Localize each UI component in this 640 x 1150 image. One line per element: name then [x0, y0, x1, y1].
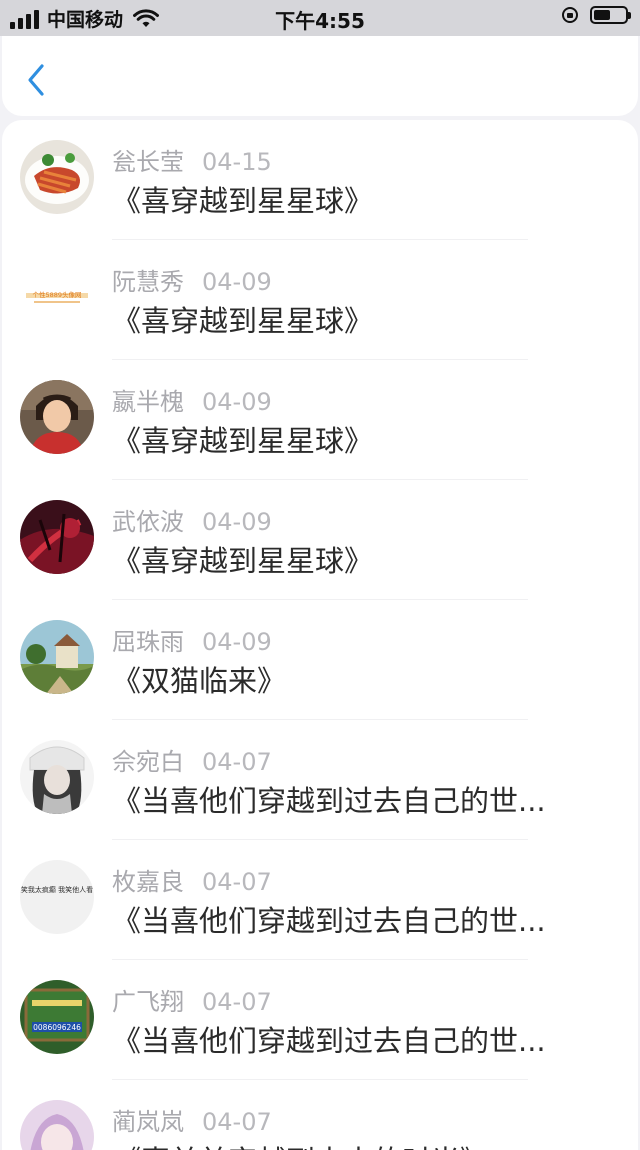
user-name: 广飞翔 [112, 988, 184, 1016]
user-name: 瓮长莹 [112, 148, 184, 176]
comment-meta: 佘宛白 04-07 [112, 742, 272, 777]
user-name: 屈珠雨 [112, 628, 184, 656]
status-bar: 中国移动 下午4:55 [0, 0, 640, 36]
avatar: 0086096246 [20, 980, 94, 1054]
user-name: 枚嘉良 [112, 868, 184, 896]
user-name: 佘宛白 [112, 748, 184, 776]
avatar-number-text: 0086096246 [33, 1023, 81, 1032]
list-item[interactable]: 嬴半槐 04-09 《喜穿越到星星球》 [2, 360, 638, 480]
avatar [20, 500, 94, 574]
comment-date: 04-15 [202, 148, 272, 176]
back-button[interactable] [20, 60, 54, 100]
comment-title: 《喜穿越到星星球》 [112, 184, 374, 218]
comment-date: 04-07 [202, 748, 272, 776]
comment-date: 04-09 [202, 388, 272, 416]
comment-meta: 武依波 04-09 [112, 502, 272, 537]
comment-meta: 瓮长莹 04-15 [112, 142, 272, 177]
comment-meta: 嬴半槐 04-09 [112, 382, 272, 417]
nav-bar [2, 36, 638, 116]
comment-meta: 枚嘉良 04-07 [112, 862, 272, 897]
list-item[interactable]: 武依波 04-09 《喜穿越到星星球》 [2, 480, 638, 600]
comment-date: 04-09 [202, 268, 272, 296]
avatar [20, 740, 94, 814]
comment-title: 《喜穿越到星星球》 [112, 424, 374, 458]
comment-title: 《喜穿越到星星球》 [112, 304, 374, 338]
comment-date: 04-07 [202, 1108, 272, 1136]
comment-meta: 屈珠雨 04-09 [112, 622, 272, 657]
list-item[interactable]: 个性5889头像网 阮慧秀 04-09 《喜穿越到星星球》 [2, 240, 638, 360]
list-item[interactable]: 瓮长莹 04-15 《喜穿越到星星球》 [2, 120, 638, 240]
avatar [20, 140, 94, 214]
list-item[interactable]: 屈珠雨 04-09 《双猫临来》 [2, 600, 638, 720]
comment-date: 04-07 [202, 988, 272, 1016]
comment-list: 瓮长莹 04-15 《喜穿越到星星球》 个性5889头像网 阮慧秀 04-09 《喜… [2, 120, 638, 1150]
chevron-left-icon [28, 64, 44, 96]
avatar: 别人笑我太疯癫 我笑他人看不穿 [20, 860, 94, 934]
comment-title: 《当喜他们穿越到过去自己的世... [112, 784, 546, 818]
comment-title: 《双猫临来》 [112, 664, 287, 698]
comment-date: 04-09 [202, 508, 272, 536]
comment-title: 《当喜他们穿越到过去自己的世... [112, 1024, 546, 1058]
list-item[interactable]: 别人笑我太疯癫 我笑他人看不穿 枚嘉良 04-07 《当喜他们穿越到过去自己的世.… [2, 840, 638, 960]
user-name: 蔺岚岚 [112, 1108, 184, 1136]
comment-meta: 蔺岚岚 04-07 [112, 1102, 272, 1137]
comment-title: 《喜羊羊穿越到未来的时光》 [112, 1138, 617, 1150]
comment-date: 04-09 [202, 628, 272, 656]
list-item[interactable]: 蔺岚岚 04-07 《喜羊羊穿越到未来的时光》 [2, 1080, 638, 1150]
comment-meta: 广飞翔 04-07 [112, 982, 272, 1017]
user-name: 武依波 [112, 508, 184, 536]
status-right [562, 6, 631, 24]
avatar: 个性5889头像网 [20, 260, 94, 334]
orientation-lock-icon [562, 7, 578, 23]
status-time: 下午4:55 [275, 9, 365, 33]
comment-date: 04-07 [202, 868, 272, 896]
user-name: 嬴半槐 [112, 388, 184, 416]
avatar-logo-text: 个性5889头像网 [32, 290, 81, 299]
comment-title: 《当喜他们穿越到过去自己的世... [112, 904, 546, 938]
avatar [20, 380, 94, 454]
comment-meta: 阮慧秀 04-09 [112, 262, 272, 297]
avatar [20, 620, 94, 694]
user-name: 阮慧秀 [112, 268, 184, 296]
list-item[interactable]: 佘宛白 04-07 《当喜他们穿越到过去自己的世... [2, 720, 638, 840]
comment-title: 《喜穿越到星星球》 [112, 544, 374, 578]
avatar-caption-text: 别人笑我太疯癫 我笑他人看不穿 [20, 885, 94, 894]
list-item[interactable]: 0086096246 广飞翔 04-07 《当喜他们穿越到过去自己的世... [2, 960, 638, 1080]
battery-icon [590, 6, 631, 24]
avatar [20, 1100, 94, 1150]
